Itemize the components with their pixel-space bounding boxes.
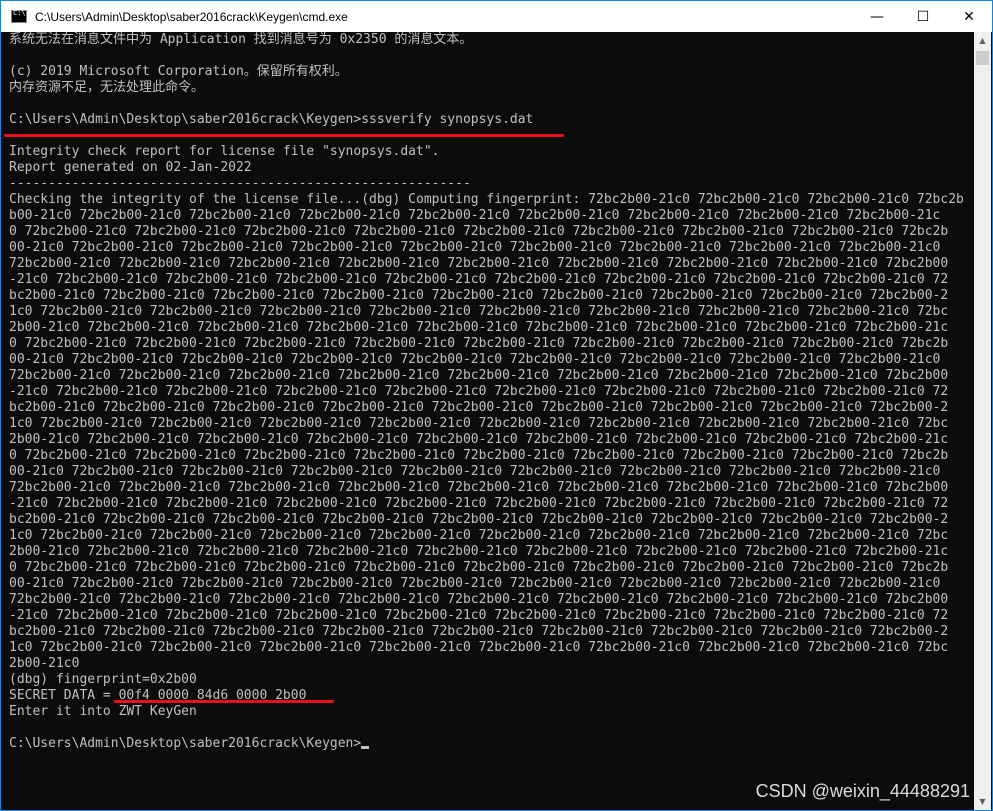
prompt-text: C:\Users\Admin\Desktop\saber2016crack\Ke… — [9, 736, 362, 751]
console-line: Checking the integrity of the license fi… — [9, 192, 964, 207]
console-line: 1c0 72bc2b00-21c0 72bc2b00-21c0 72bc2b00… — [9, 640, 949, 655]
title-bar[interactable]: C:\Users\Admin\Desktop\saber2016crack\Ke… — [1, 1, 992, 32]
console-line: 1c0 72bc2b00-21c0 72bc2b00-21c0 72bc2b00… — [9, 528, 949, 543]
console-line: C:\Users\Admin\Desktop\saber2016crack\Ke… — [9, 112, 534, 127]
console-line: bc2b00-21c0 72bc2b00-21c0 72bc2b00-21c0 … — [9, 288, 949, 303]
console-line: Enter it into ZWT KeyGen — [9, 704, 197, 719]
minimize-button[interactable]: — — [854, 1, 900, 32]
console-line: 1c0 72bc2b00-21c0 72bc2b00-21c0 72bc2b00… — [9, 416, 949, 431]
console-line — [1, 96, 964, 112]
cmd-app-icon — [11, 9, 27, 23]
console-line: 00-21c0 72bc2b00-21c0 72bc2b00-21c0 72bc… — [9, 352, 941, 367]
console-line: 2b00-21c0 — [9, 656, 80, 671]
console-line: 1c0 72bc2b00-21c0 72bc2b00-21c0 72bc2b00… — [9, 304, 949, 319]
cmd-window: C:\Users\Admin\Desktop\saber2016crack\Ke… — [0, 0, 993, 811]
console-line: (c) 2019 Microsoft Corporation。保留所有权利。 — [9, 64, 348, 79]
console-output[interactable]: 系统无法在消息文件中为 Application 找到消息号为 0x2350 的消… — [1, 32, 964, 810]
console-line: 72bc2b00-21c0 72bc2b00-21c0 72bc2b00-21c… — [9, 368, 949, 383]
console-line: -21c0 72bc2b00-21c0 72bc2b00-21c0 72bc2b… — [9, 608, 949, 623]
console-line: 2b00-21c0 72bc2b00-21c0 72bc2b00-21c0 72… — [9, 432, 949, 447]
console-line: 2b00-21c0 72bc2b00-21c0 72bc2b00-21c0 72… — [9, 544, 949, 559]
console-line: bc2b00-21c0 72bc2b00-21c0 72bc2b00-21c0 … — [9, 400, 949, 415]
console-line: 00-21c0 72bc2b00-21c0 72bc2b00-21c0 72bc… — [9, 240, 941, 255]
console-line: Report generated on 02-Jan-2022 — [9, 160, 252, 175]
console-line: 系统无法在消息文件中为 Application 找到消息号为 0x2350 的消… — [9, 32, 473, 47]
console-line: 72bc2b00-21c0 72bc2b00-21c0 72bc2b00-21c… — [9, 592, 949, 607]
console-line: 00-21c0 72bc2b00-21c0 72bc2b00-21c0 72bc… — [9, 576, 941, 591]
vertical-scrollbar[interactable]: ▲ ▼ — [974, 32, 991, 810]
console-line: 72bc2b00-21c0 72bc2b00-21c0 72bc2b00-21c… — [9, 256, 949, 271]
console-line: ----------------------------------------… — [9, 176, 471, 191]
console-line — [1, 720, 964, 736]
maximize-button[interactable]: ☐ — [900, 1, 946, 32]
console-line: 2b00-21c0 72bc2b00-21c0 72bc2b00-21c0 72… — [9, 320, 949, 335]
console-line: 00-21c0 72bc2b00-21c0 72bc2b00-21c0 72bc… — [9, 464, 941, 479]
console-line: -21c0 72bc2b00-21c0 72bc2b00-21c0 72bc2b… — [9, 496, 949, 511]
console-line: 0 72bc2b00-21c0 72bc2b00-21c0 72bc2b00-2… — [9, 448, 949, 463]
console-line: 内存资源不足，无法处理此命令。 — [9, 80, 205, 95]
console-line: -21c0 72bc2b00-21c0 72bc2b00-21c0 72bc2b… — [9, 384, 949, 399]
window-controls: — ☐ ✕ — [854, 1, 992, 32]
console-line: (dbg) fingerprint=0x2b00 — [9, 672, 197, 687]
text-cursor — [361, 746, 370, 749]
scroll-up-icon[interactable]: ▲ — [974, 32, 991, 49]
scroll-down-icon[interactable]: ▼ — [974, 793, 991, 810]
scrollbar-thumb[interactable] — [976, 51, 989, 65]
watermark-text: CSDN @weixin_44488291 — [755, 781, 970, 801]
console-line: 72bc2b00-21c0 72bc2b00-21c0 72bc2b00-21c… — [9, 480, 949, 495]
close-button[interactable]: ✕ — [946, 1, 992, 32]
window-title: C:\Users\Admin\Desktop\saber2016crack\Ke… — [35, 9, 348, 24]
console-line: -21c0 72bc2b00-21c0 72bc2b00-21c0 72bc2b… — [9, 272, 949, 287]
console-line: 0 72bc2b00-21c0 72bc2b00-21c0 72bc2b00-2… — [9, 224, 949, 239]
console-line: bc2b00-21c0 72bc2b00-21c0 72bc2b00-21c0 … — [9, 512, 949, 527]
annotation-underline-command — [4, 134, 564, 137]
console-line: Integrity check report for license file … — [9, 144, 440, 159]
annotation-underline-secret — [114, 700, 334, 703]
console-line — [1, 48, 964, 64]
console-line: bc2b00-21c0 72bc2b00-21c0 72bc2b00-21c0 … — [9, 624, 949, 639]
console-line: b00-21c0 72bc2b00-21c0 72bc2b00-21c0 72b… — [9, 208, 941, 223]
console-line: 0 72bc2b00-21c0 72bc2b00-21c0 72bc2b00-2… — [9, 336, 949, 351]
console-line: 0 72bc2b00-21c0 72bc2b00-21c0 72bc2b00-2… — [9, 560, 949, 575]
console-line: C:\Users\Admin\Desktop\saber2016crack\Ke… — [1, 736, 964, 752]
